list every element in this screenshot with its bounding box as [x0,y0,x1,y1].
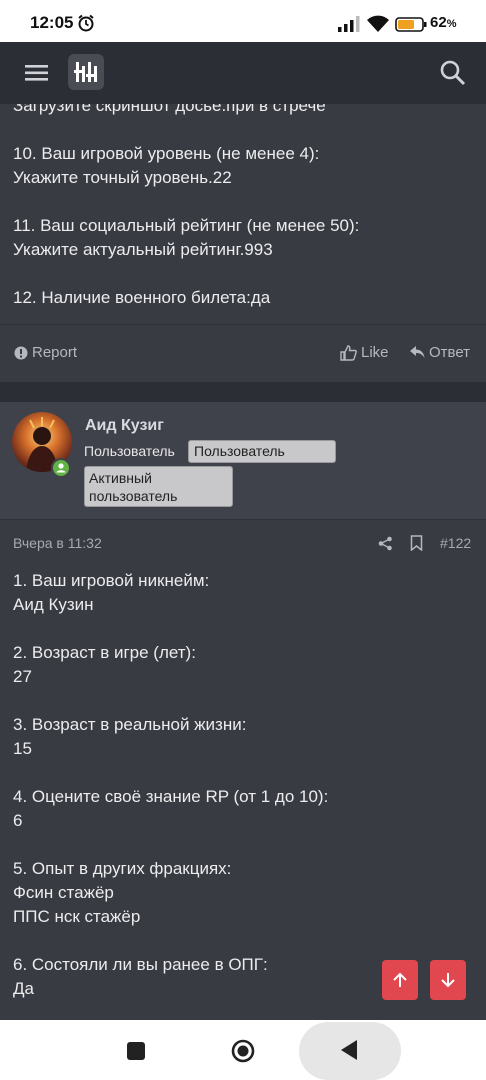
share-icon[interactable] [378,536,393,551]
arrow-up-icon [393,972,407,987]
post-number[interactable]: #122 [440,535,471,551]
report-label: Report [32,344,78,361]
post-timestamp[interactable]: Вчера в 11:32 [13,535,102,551]
back-icon [341,1040,357,1060]
reply-label: Ответ [429,344,471,361]
previous-post-body: Загрузите скриншот досье.при в стрече 10… [0,104,486,324]
post-text: 1. Ваш игровой никнейм: Аид Кузин 2. Воз… [13,571,329,998]
reply-button[interactable]: Ответ [410,344,470,361]
like-icon [340,344,357,361]
scroll-up-button[interactable] [382,960,418,1000]
menu-icon[interactable] [24,60,50,86]
search-icon[interactable] [439,59,467,87]
like-label: Like [361,344,389,361]
user-badge-active: Активный пользователь [84,466,233,507]
logo-icon[interactable] [68,54,104,90]
like-button[interactable]: Like [340,344,389,361]
post-author-header: Аид Кузиг Пользователь Пользователь Акти… [0,402,486,520]
report-icon [14,346,28,359]
report-button[interactable]: Report [14,344,77,361]
battery-percent: 62% [430,14,457,31]
scroll-down-button[interactable] [430,960,466,1000]
alarm-icon [78,14,94,32]
author-name[interactable]: Аид Кузиг [85,417,164,435]
reply-icon [410,346,425,358]
system-nav-bar [0,1020,486,1080]
recents-button[interactable] [127,1042,145,1060]
online-status-icon [51,458,71,478]
app-bar [0,42,486,104]
status-time: 12:05 [30,13,74,32]
previous-post-text: Загрузите скриншот досье.при в стрече 10… [13,104,360,307]
wifi-icon [367,15,389,32]
user-badge: Пользователь [188,440,336,463]
post-actions: Report Like Ответ [0,324,486,382]
battery-icon [395,17,427,32]
status-bar: 12:05 62% [0,0,486,42]
bookmark-icon[interactable] [410,535,423,551]
signal-icon [338,16,360,32]
author-role: Пользователь [84,443,175,459]
post-separator [0,382,486,402]
home-button[interactable] [231,1039,255,1063]
arrow-down-icon [441,973,455,988]
post-body: Вчера в 11:32 #122 1. Ваш игровой никней… [0,521,486,1020]
